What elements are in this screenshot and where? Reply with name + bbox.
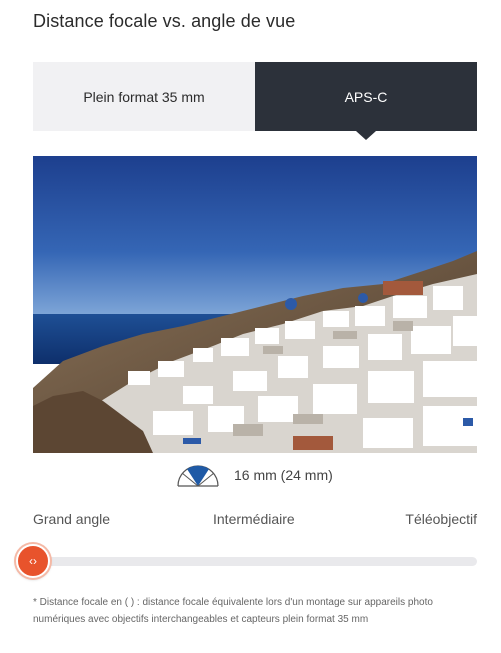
footnote: * Distance focale en ( ) : distance foca… [33,597,433,625]
wide-angle-label: Grand angle [33,511,111,527]
active-tab-pointer [356,131,376,140]
focal-length-slider[interactable]: ‹› [16,544,477,578]
page-title: Distance focale vs. angle de vue [33,11,296,31]
telephoto-label: Téléobjectif [405,511,477,527]
tab-full-frame[interactable]: Plein format 35 mm [33,62,255,131]
slider-handle[interactable]: ‹› [16,544,50,578]
tab-full-frame-label: Plein format 35 mm [83,88,205,105]
focal-length-readout: 16 mm (24 mm) [0,460,501,490]
slider-track[interactable] [33,557,477,566]
tab-aps-c[interactable]: APS-C [255,62,477,140]
angle-of-view-icon [177,465,219,487]
slider-handle-glyph: ‹› [29,554,37,568]
intermediate-label: Intermédiaire [213,511,295,527]
focal-length-label: 16 mm (24 mm) [234,467,333,483]
sensor-format-tabs: Plein format 35 mm APS-C [33,62,477,140]
sample-photo [33,156,477,453]
focal-range-labels: Grand angle Intermédiaire Téléobjectif [33,511,477,531]
tab-aps-c-label: APS-C [344,88,388,105]
